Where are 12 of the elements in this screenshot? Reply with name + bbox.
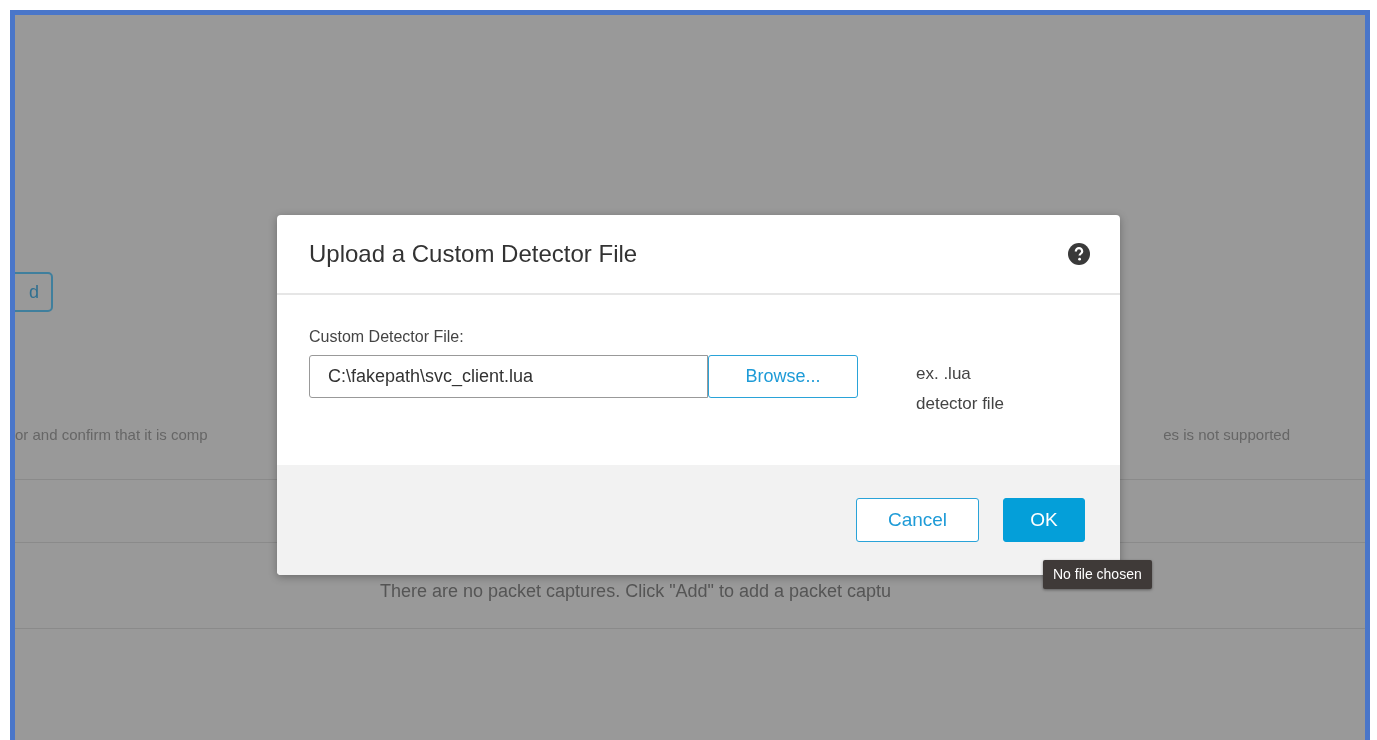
add-button[interactable]: d	[15, 272, 53, 312]
hint-text: detector file	[916, 393, 1004, 415]
ok-button[interactable]: OK	[1003, 498, 1085, 542]
empty-message: There are no packet captures. Click "Add" to add a packet captu	[380, 580, 892, 601]
tooltip: No file chosen	[1043, 560, 1152, 589]
browse-button[interactable]: Browse...	[708, 355, 858, 398]
dialog-title: Upload a Custom Detector File	[309, 239, 638, 269]
file-path-field[interactable]: C:\fakepath\svc_client.lua	[309, 355, 708, 398]
help-icon[interactable]	[1068, 243, 1090, 265]
hint-text: ex. .lua	[916, 363, 972, 385]
cancel-button[interactable]: Cancel	[856, 498, 979, 542]
field-label: Custom Detector File:	[309, 327, 465, 347]
